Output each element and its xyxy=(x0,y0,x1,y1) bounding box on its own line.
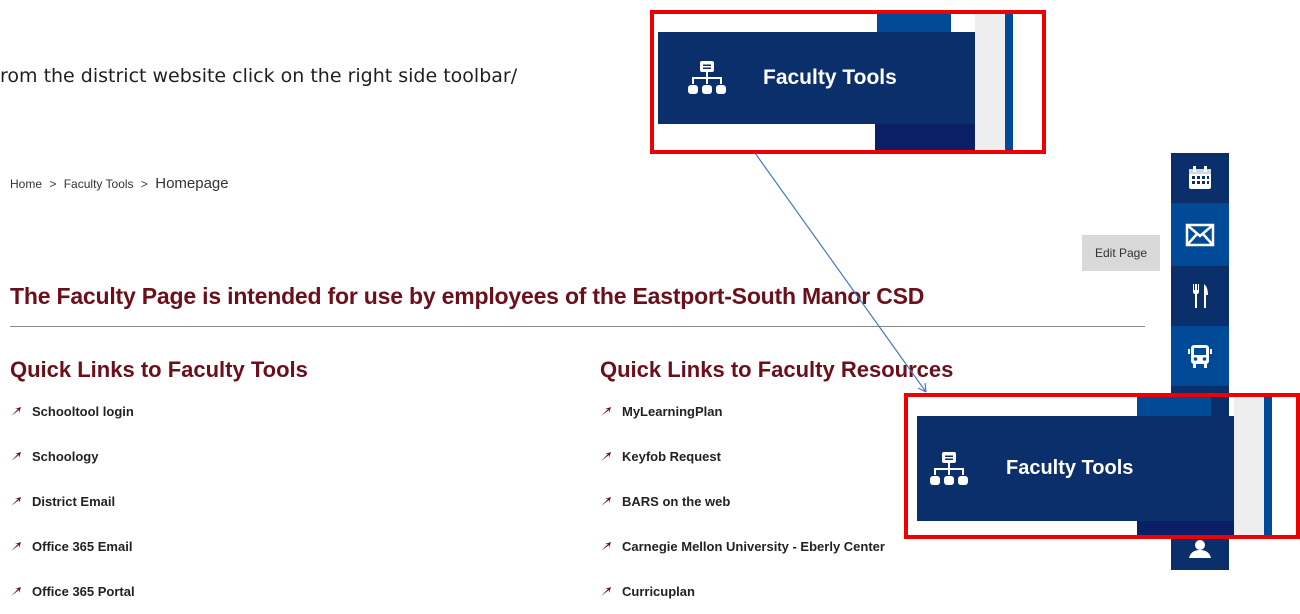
highlight-box xyxy=(904,393,1300,539)
highlight-box xyxy=(650,10,1046,154)
faculty-tools-callout-top: Faculty Tools xyxy=(650,10,1046,154)
faculty-tools-callout-bottom: Faculty Tools xyxy=(904,393,1300,539)
